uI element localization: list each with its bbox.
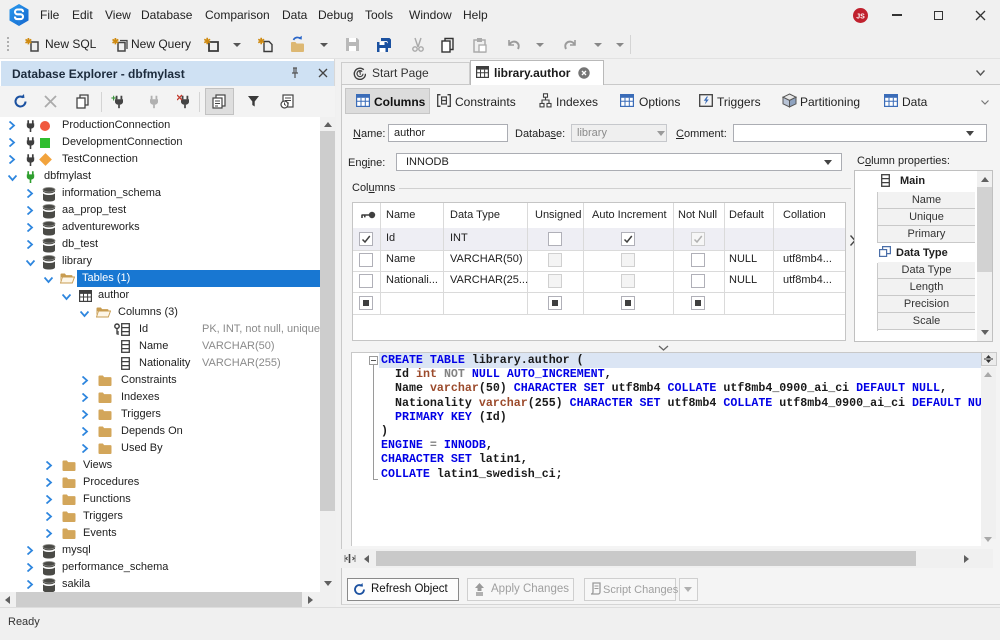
svg-text:+: + xyxy=(111,94,116,103)
svg-text:JS: JS xyxy=(856,14,865,21)
